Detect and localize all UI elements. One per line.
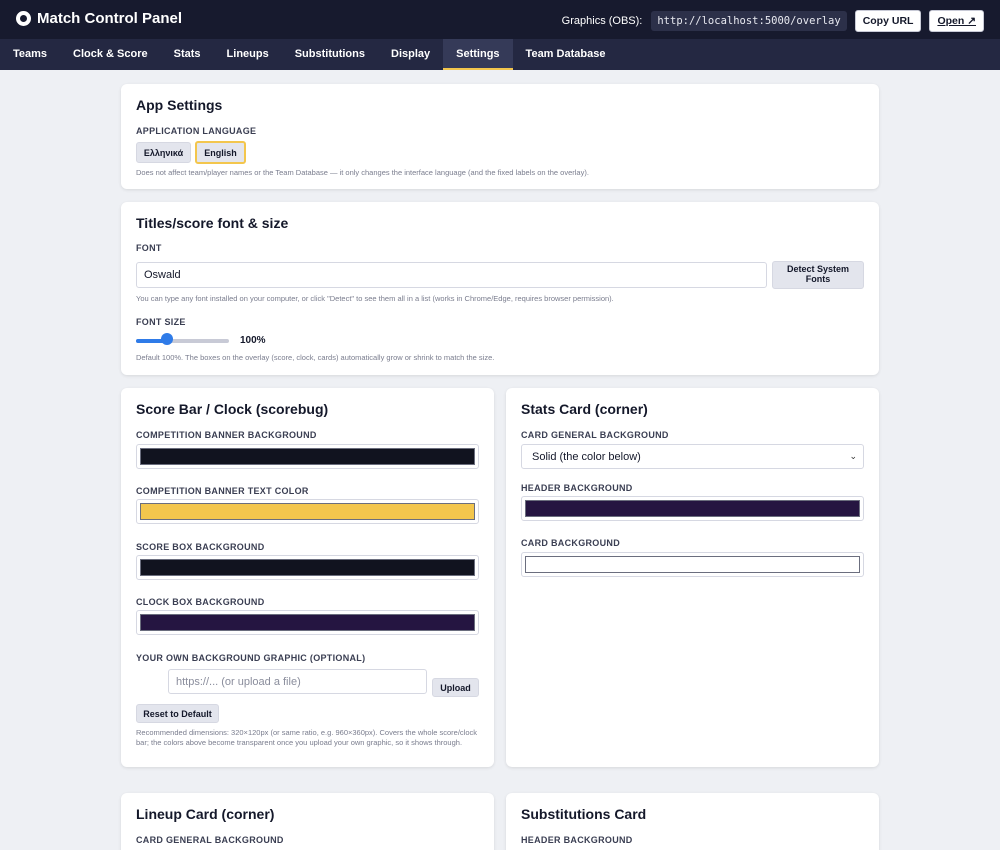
tab-lineups[interactable]: Lineups	[214, 39, 282, 70]
top-bar: Match Control Panel Graphics (OBS): http…	[0, 0, 1000, 39]
lineup-card-title: Lineup Card (corner)	[136, 806, 275, 822]
tab-clock-score[interactable]: Clock & Score	[60, 39, 161, 70]
tab-teams[interactable]: Teams	[0, 39, 60, 70]
graphic-url-input[interactable]: https://... (or upload a file)	[168, 669, 427, 694]
graphic-label: YOUR OWN BACKGROUND GRAPHIC (OPTIONAL)	[136, 653, 366, 663]
stats-card-bg-swatch	[525, 556, 860, 573]
clock-bg-label: CLOCK BOX BACKGROUND	[136, 597, 265, 607]
font-input[interactable]: Oswald	[136, 262, 767, 288]
copy-url-button[interactable]: Copy URL	[854, 10, 922, 32]
font-size-value: 100%	[240, 335, 266, 346]
tab-substitutions[interactable]: Substitutions	[282, 39, 378, 70]
scorebug-card: Score Bar / Clock (scorebug) COMPETITION…	[121, 388, 494, 767]
detect-fonts-button[interactable]: Detect System Fonts	[772, 261, 864, 289]
font-help: You can type any font installed on your …	[136, 294, 614, 303]
app-title: Match Control Panel	[37, 10, 183, 27]
stats-header-bg-label: HEADER BACKGROUND	[521, 483, 633, 493]
language-greek-button[interactable]: Ελληνικά	[136, 142, 191, 163]
open-overlay-label: Open ↗	[937, 15, 976, 27]
tab-team-database[interactable]: Team Database	[513, 39, 619, 70]
competition-text-label: COMPETITION BANNER TEXT COLOR	[136, 486, 309, 496]
stats-card-title: Stats Card (corner)	[521, 401, 648, 417]
score-bg-label: SCORE BOX BACKGROUND	[136, 542, 265, 552]
upload-button[interactable]: Upload	[432, 678, 479, 697]
score-bg-color-picker[interactable]	[136, 555, 479, 580]
competition-bg-swatch	[140, 448, 475, 465]
stats-card-bg-label: CARD BACKGROUND	[521, 538, 620, 548]
soccer-ball-icon	[16, 11, 31, 26]
app-settings-title: App Settings	[136, 97, 223, 113]
overlay-url: http://localhost:5000/overlay	[651, 11, 847, 31]
font-settings-title: Titles/score font & size	[136, 215, 289, 231]
stats-general-bg-select[interactable]: Solid (the color below) ⌄	[521, 444, 864, 469]
clock-bg-color-picker[interactable]	[136, 610, 479, 635]
stats-general-bg-value: Solid (the color below)	[532, 450, 641, 463]
reset-to-default-button[interactable]: Reset to Default	[136, 704, 219, 723]
score-bg-swatch	[140, 559, 475, 576]
competition-text-swatch	[140, 503, 475, 520]
substitutions-header-bg-label: HEADER BACKGROUND	[521, 835, 633, 845]
slider-track	[136, 339, 229, 343]
tab-stats[interactable]: Stats	[161, 39, 214, 70]
clock-bg-swatch	[140, 614, 475, 631]
competition-bg-color-picker[interactable]	[136, 444, 479, 469]
graphics-label: Graphics (OBS):	[561, 15, 643, 27]
font-label: FONT	[136, 243, 162, 253]
competition-text-color-picker[interactable]	[136, 499, 479, 524]
substitutions-card-settings: Substitutions Card HEADER BACKGROUND	[506, 793, 879, 850]
font-size-slider[interactable]	[136, 333, 229, 347]
open-overlay-button[interactable]: Open ↗	[929, 10, 984, 32]
stats-header-bg-color-picker[interactable]	[521, 496, 864, 521]
graphic-help: Recommended dimensions: 320×120px (or sa…	[136, 728, 478, 747]
main-tabs: Teams Clock & Score Stats Lineups Substi…	[0, 39, 1000, 70]
stats-general-bg-label: CARD GENERAL BACKGROUND	[521, 430, 669, 440]
substitutions-card-title: Substitutions Card	[521, 806, 647, 822]
language-label: APPLICATION LANGUAGE	[136, 126, 257, 136]
font-size-label: FONT SIZE	[136, 317, 186, 327]
stats-card-bg-color-picker[interactable]	[521, 552, 864, 577]
slider-thumb[interactable]	[160, 333, 173, 345]
language-english-button[interactable]: English	[195, 141, 246, 164]
language-help: Does not affect team/player names or the…	[136, 168, 589, 177]
font-size-help: Default 100%. The boxes on the overlay (…	[136, 353, 495, 362]
stats-header-bg-swatch	[525, 500, 860, 517]
lineup-general-bg-label: CARD GENERAL BACKGROUND	[136, 835, 284, 845]
chevron-down-icon: ⌄	[849, 451, 857, 461]
scorebug-title: Score Bar / Clock (scorebug)	[136, 401, 329, 417]
app-brand: Match Control Panel	[16, 10, 182, 27]
stats-card-settings: Stats Card (corner) CARD GENERAL BACKGRO…	[506, 388, 879, 767]
competition-bg-label: COMPETITION BANNER BACKGROUND	[136, 430, 317, 440]
tab-settings[interactable]: Settings	[443, 39, 513, 70]
lineup-card-settings: Lineup Card (corner) CARD GENERAL BACKGR…	[121, 793, 494, 850]
font-settings-card: Titles/score font & size FONT Oswald Det…	[121, 202, 879, 375]
app-settings-card: App Settings APPLICATION LANGUAGE Ελληνι…	[121, 84, 879, 189]
tab-display[interactable]: Display	[378, 39, 443, 70]
graphics-url-bar: Graphics (OBS): http://localhost:5000/ov…	[562, 10, 984, 32]
